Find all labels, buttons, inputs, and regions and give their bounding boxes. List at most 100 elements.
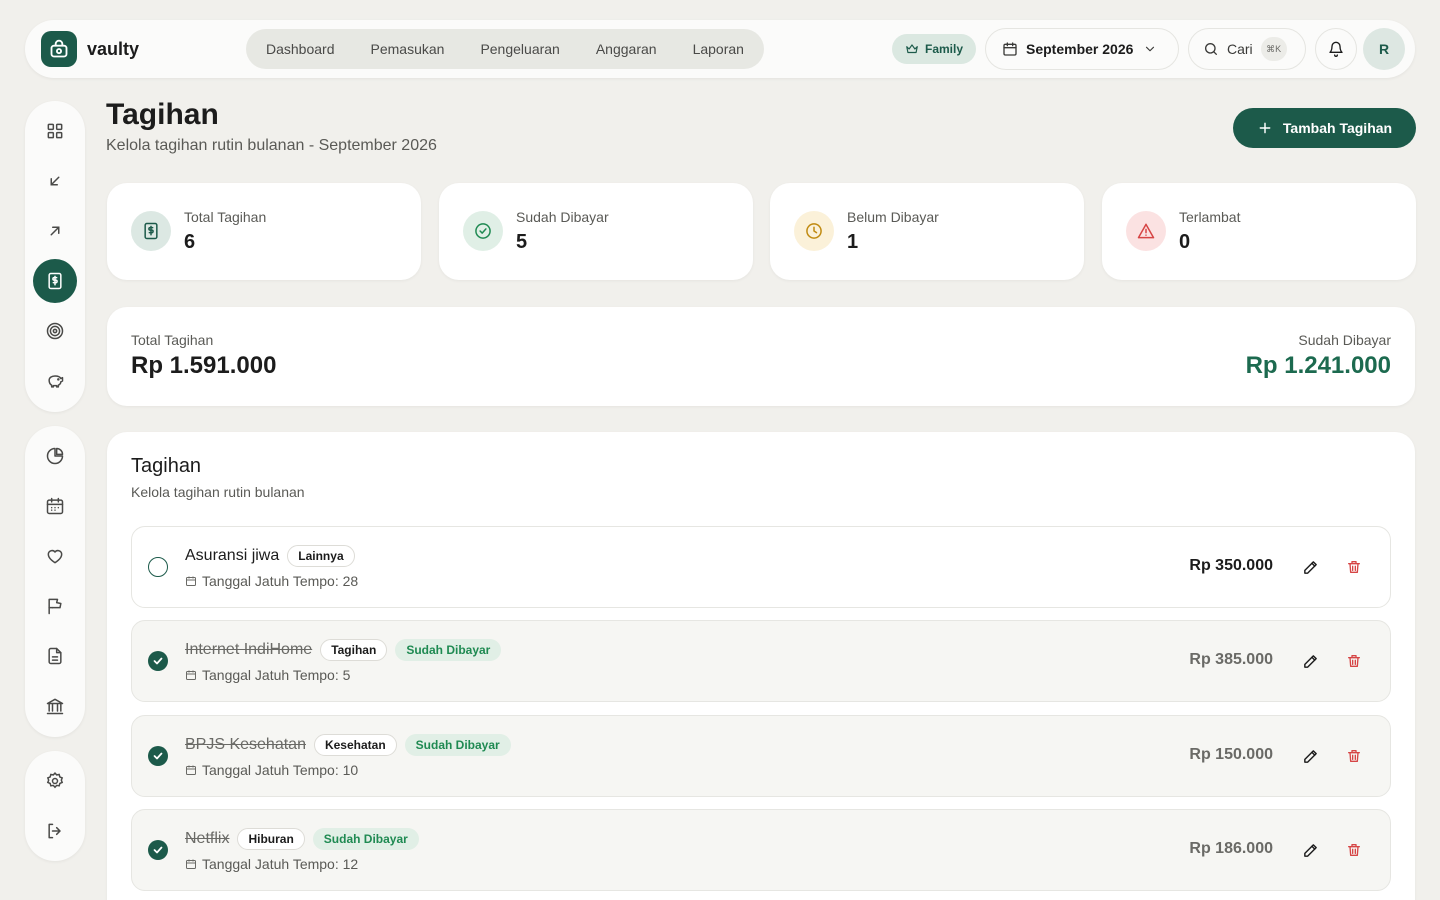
bill-name: Netflix — [185, 830, 230, 847]
sidebar-group-tools — [25, 426, 85, 737]
crown-icon — [905, 42, 919, 56]
bill-name: BPJS Kesehatan — [185, 736, 306, 753]
edit-bill-button[interactable] — [1300, 557, 1320, 577]
delete-bill-button[interactable] — [1344, 557, 1364, 577]
edit-bill-button[interactable] — [1300, 840, 1320, 860]
stat-card-total: Total Tagihan 6 — [107, 183, 421, 280]
bill-category-badge: Tagihan — [320, 639, 388, 661]
total-bills-amount: Rp 1.591.000 — [131, 352, 277, 379]
sidebar-group-main — [25, 101, 85, 412]
bill-due-text: Tanggal Jatuh Tempo: 28 — [202, 573, 359, 589]
nav-pemasukan[interactable]: Pemasukan — [353, 29, 463, 69]
bills-summary: Total Tagihan Rp 1.591.000 Sudah Dibayar… — [107, 307, 1415, 406]
stat-label: Terlambat — [1179, 209, 1241, 225]
check-icon — [152, 750, 164, 762]
bill-title-line: Netflix Hiburan Sudah Dibayar — [185, 828, 419, 850]
nav-dashboard[interactable]: Dashboard — [248, 29, 353, 69]
clock-icon — [794, 211, 834, 251]
top-bar: vaulty Dashboard Pemasukan Pengeluaran A… — [25, 20, 1415, 78]
sidebar-item-income[interactable] — [33, 159, 77, 203]
sidebar-item-expense[interactable] — [33, 209, 77, 253]
sidebar-item-dashboard[interactable] — [33, 109, 77, 153]
edit-bill-button[interactable] — [1300, 746, 1320, 766]
sidebar-item-reports[interactable] — [33, 434, 77, 478]
sidebar-item-bills[interactable] — [33, 259, 77, 303]
sidebar-item-accounts[interactable] — [33, 684, 77, 728]
bill-category-badge: Lainnya — [287, 545, 355, 567]
month-picker[interactable]: September 2026 — [985, 28, 1179, 70]
calendar-icon — [185, 669, 197, 681]
calendar-icon — [1002, 41, 1018, 57]
main-nav: Dashboard Pemasukan Pengeluaran Anggaran… — [246, 29, 764, 69]
bill-row: Netflix Hiburan Sudah Dibayar Tanggal Ja… — [131, 809, 1391, 891]
target-icon — [45, 321, 65, 341]
sidebar-item-settings[interactable] — [33, 759, 77, 803]
bill-name: Internet IndiHome — [185, 641, 313, 658]
check-icon — [152, 655, 164, 667]
bill-row: Asuransi jiwa Lainnya Tanggal Jatuh Temp… — [131, 526, 1391, 608]
bill-paid-toggle[interactable] — [148, 557, 168, 577]
logout-icon — [45, 821, 65, 841]
bill-paid-toggle[interactable] — [148, 840, 168, 860]
nav-pengeluaran[interactable]: Pengeluaran — [462, 29, 577, 69]
trash-icon — [1346, 653, 1362, 669]
add-bill-button[interactable]: Tambah Tagihan — [1233, 108, 1416, 148]
bill-due-text: Tanggal Jatuh Tempo: 12 — [202, 856, 359, 872]
bill-paid-toggle[interactable] — [148, 746, 168, 766]
nav-anggaran[interactable]: Anggaran — [578, 29, 675, 69]
plus-icon — [1257, 120, 1273, 136]
bill-due-date: Tanggal Jatuh Tempo: 28 — [185, 573, 358, 589]
calendar-icon — [185, 764, 197, 776]
plan-badge[interactable]: Family — [892, 34, 977, 64]
gear-icon — [45, 771, 65, 791]
paid-bills-label: Sudah Dibayar — [1298, 332, 1391, 348]
sidebar-item-savings[interactable] — [33, 359, 77, 403]
sidebar-item-documents[interactable] — [33, 634, 77, 678]
bill-row: Internet IndiHome Tagihan Sudah Dibayar … — [131, 620, 1391, 702]
sidebar-item-logout[interactable] — [33, 809, 77, 853]
stat-value: 1 — [847, 231, 859, 253]
bill-category-badge: Kesehatan — [313, 734, 397, 756]
bill-name: Asuransi jiwa — [185, 547, 280, 564]
delete-bill-button[interactable] — [1344, 840, 1364, 860]
flag-icon — [45, 596, 65, 616]
stat-value: 6 — [184, 231, 196, 253]
receipt-dollar-icon — [45, 271, 65, 291]
calendar-icon — [185, 858, 197, 870]
edit-bill-button[interactable] — [1300, 651, 1320, 671]
bill-status-badge: Sudah Dibayar — [404, 734, 511, 756]
bills-panel-subtitle: Kelola tagihan rutin bulanan — [131, 484, 305, 500]
nav-laporan[interactable]: Laporan — [675, 29, 762, 69]
bill-title-line: Asuransi jiwa Lainnya — [185, 545, 355, 567]
delete-bill-button[interactable] — [1344, 651, 1364, 671]
stat-card-overdue: Terlambat 0 — [1102, 183, 1416, 280]
bill-due-text: Tanggal Jatuh Tempo: 10 — [202, 762, 359, 778]
brand[interactable]: vaulty — [41, 31, 139, 67]
bill-title-line: BPJS Kesehatan Kesehatan Sudah Dibayar — [185, 734, 511, 756]
bill-paid-toggle[interactable] — [148, 651, 168, 671]
sidebar-item-milestones[interactable] — [33, 584, 77, 628]
alert-triangle-icon — [1126, 211, 1166, 251]
bills-panel-title: Tagihan — [131, 455, 202, 477]
stat-card-paid: Sudah Dibayar 5 — [439, 183, 753, 280]
delete-bill-button[interactable] — [1344, 746, 1364, 766]
bill-category-badge: Hiburan — [237, 828, 305, 850]
bell-icon — [1328, 41, 1344, 57]
calendar-icon — [185, 575, 197, 587]
notifications-button[interactable] — [1315, 28, 1357, 70]
add-bill-label: Tambah Tagihan — [1282, 120, 1393, 136]
bill-due-date: Tanggal Jatuh Tempo: 5 — [185, 667, 350, 683]
stat-label: Belum Dibayar — [847, 209, 939, 225]
sidebar-group-account — [25, 751, 85, 861]
sidebar-item-wishlist[interactable] — [33, 534, 77, 578]
pencil-icon — [1302, 748, 1319, 765]
bank-icon — [45, 696, 65, 716]
search-button[interactable]: Cari ⌘K — [1188, 28, 1306, 70]
search-shortcut: ⌘K — [1260, 37, 1287, 61]
pencil-icon — [1302, 559, 1319, 576]
avatar[interactable]: R — [1363, 28, 1405, 70]
sidebar-item-calendar[interactable] — [33, 484, 77, 528]
arrow-up-right-icon — [46, 222, 64, 240]
arrow-down-left-icon — [46, 172, 64, 190]
sidebar-item-goals[interactable] — [33, 309, 77, 353]
